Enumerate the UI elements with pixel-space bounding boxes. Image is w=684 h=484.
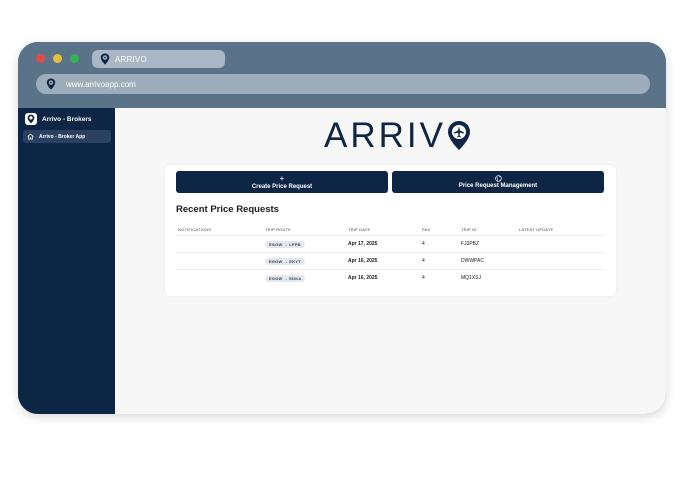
header-trip-date: TRIP DATE: [348, 226, 371, 232]
browser-window: ARRIVO www.arrivoapp.com Arrivo - Broker…: [18, 42, 666, 414]
sidebar-item-label: Arrivo - Broker App: [39, 133, 86, 140]
close-window-dot[interactable]: [36, 54, 45, 63]
route-badge: EGGW → EDKA: [265, 274, 306, 282]
tab-title: ARRIVO: [115, 54, 147, 64]
cell-trip-route: EGGW → EKYT: [265, 253, 305, 269]
header-pax: PAX: [422, 226, 431, 232]
section-title: Recent Price Requests: [176, 204, 279, 215]
route-badge: EGGW → LFPB: [265, 240, 305, 248]
url-text: www.arrivoapp.com: [66, 79, 136, 89]
sidebar-title: Arrivo - Brokers: [42, 115, 92, 123]
minimize-window-dot[interactable]: [53, 54, 62, 63]
price-request-card: + Create Price Request Price Request Man…: [165, 165, 616, 296]
cell-pax: 4: [422, 275, 425, 281]
price-request-management-label: Price Request Management: [458, 183, 538, 189]
cell-trip-id: DWWPAC: [461, 258, 484, 264]
plane-pin-icon: [447, 120, 471, 151]
cell-pax: 4: [422, 241, 425, 247]
table-row[interactable]: EGGW → EKYT Apr 16, 2025 4 DWWPAC: [176, 253, 605, 270]
cell-trip-route: EGGW → EDKA: [265, 270, 306, 286]
price-request-management-button[interactable]: Price Request Management: [392, 171, 604, 193]
table-row[interactable]: EGGW → LFPB Apr 17, 2025 4 FJ3PBZ: [176, 236, 605, 253]
address-bar[interactable]: www.arrivoapp.com: [36, 74, 650, 94]
map-pin-icon: [46, 78, 56, 90]
table-row[interactable]: EGGW → EDKA Apr 16, 2025 4 MQ1XSJ: [176, 270, 605, 286]
sidebar-header: Arrivo - Brokers: [18, 108, 115, 125]
cell-trip-date: Apr 16, 2025: [348, 275, 378, 281]
header-trip-id: TRIP ID: [461, 226, 477, 232]
requests-table: NOTIFICATIONS TRIP ROUTE TRIP DATE PAX T…: [176, 223, 605, 286]
app-logo-icon: [25, 113, 37, 125]
create-price-request-label: Create Price Request: [251, 183, 313, 190]
create-price-request-button[interactable]: + Create Price Request: [176, 171, 388, 193]
arrivo-logo: ARRIV: [324, 118, 471, 153]
main-content: ARRIV + Create Price Request Price Reque…: [115, 108, 666, 414]
cell-trip-date: Apr 17, 2025: [348, 241, 378, 247]
header-notifications: NOTIFICATIONS: [178, 226, 212, 232]
logo-text: ARRIV: [324, 116, 446, 155]
table-header-row: NOTIFICATIONS TRIP ROUTE TRIP DATE PAX T…: [176, 223, 605, 236]
maximize-window-dot[interactable]: [70, 54, 79, 63]
header-trip-route: TRIP ROUTE: [265, 226, 292, 232]
browser-chrome: ARRIVO www.arrivoapp.com: [18, 42, 666, 108]
sidebar-item-broker-app[interactable]: Arrivo - Broker App: [23, 130, 111, 143]
cell-trip-date: Apr 16, 2025: [348, 258, 378, 264]
cell-trip-route: EGGW → LFPB: [265, 236, 305, 252]
globe-icon: [494, 175, 502, 182]
sidebar: Arrivo - Brokers Arrivo - Broker App: [18, 108, 115, 414]
header-latest-update: LATEST UPDATE: [519, 226, 554, 232]
home-icon: [27, 133, 34, 140]
cell-trip-id: FJ3PBZ: [461, 241, 480, 247]
browser-tab[interactable]: ARRIVO: [92, 50, 225, 68]
cell-pax: 4: [422, 258, 425, 264]
plus-icon: +: [279, 173, 285, 183]
route-badge: EGGW → EKYT: [265, 257, 305, 265]
map-pin-icon: [100, 53, 110, 65]
cell-trip-id: MQ1XSJ: [461, 275, 482, 281]
